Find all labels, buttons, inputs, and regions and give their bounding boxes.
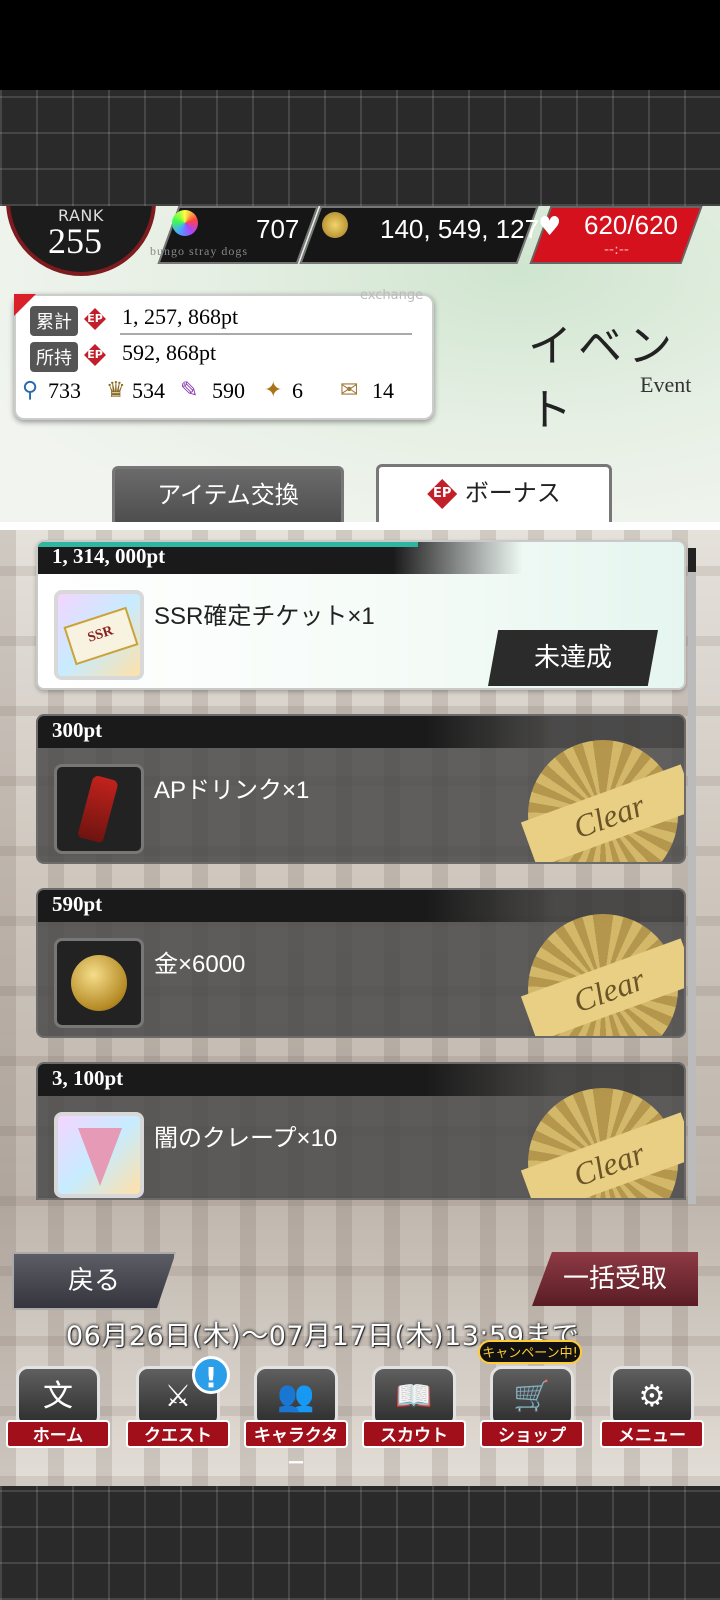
gold-coin-icon [54,938,144,1028]
scrollbar-thumb[interactable] [688,548,696,572]
total-label: 累計 [30,306,78,336]
trophy-count: 534 [132,378,165,403]
rank-value: 255 [48,221,102,261]
page-subtitle: Event [640,372,692,397]
quill-count: 590 [212,378,245,403]
reward-card: 590pt 金×6000 Clear [36,888,686,1038]
nav-home-label: ホーム [6,1420,110,1448]
nav-character[interactable]: 👥 キャラクター [244,1366,348,1474]
scout-icon: 📖 [372,1366,456,1428]
divider [120,333,412,335]
home-icon: 文 [16,1366,100,1428]
bottom-letterbox [0,1486,720,1600]
quest-notification-icon: ! [192,1356,230,1394]
reward-points: 590pt [52,892,103,916]
nav-menu[interactable]: ⚙ メニュー [600,1366,704,1452]
exchange-watermark: exchange [360,288,424,303]
wand-icon: ✦ [264,378,283,403]
nav-character-label: キャラクター [244,1420,348,1474]
campaign-badge: キャンペーン中! [478,1340,582,1364]
quill-icon: ✎ [180,378,199,403]
reward-card: 300pt APドリンク×1 Clear [36,714,686,864]
envelope-count: 14 [372,378,394,403]
hp-value: 620/620 [584,210,678,240]
ap-drink-icon [54,764,144,854]
nav-menu-label: メニュー [600,1420,704,1448]
reward-name: 金×6000 [154,951,246,978]
reward-name: SSR確定チケット×1 [154,603,375,630]
nav-scout-label: スカウト [362,1420,466,1448]
key-icon: ⚲ [22,378,39,403]
character-icon: 👥 [254,1366,338,1428]
receive-all-button[interactable]: 一括受取 [532,1252,698,1306]
reward-name: 闇のクレープ×10 [154,1125,338,1152]
nav-scout[interactable]: 📖 スカウト [362,1366,466,1452]
tab-bonus[interactable]: EP ボーナス [376,464,612,524]
gold-icon [322,212,348,238]
crystal-count: 707 [256,214,300,244]
nav-quest-label: クエスト [126,1420,230,1448]
status-badge: 未達成 [488,630,658,686]
top-letterbox [0,90,720,206]
shop-icon: 🛒 [490,1366,574,1428]
back-button[interactable]: 戻る [12,1252,176,1310]
owned-label: 所持 [30,342,78,372]
heart-icon: ♥ [538,212,562,242]
total-value: 1, 257, 868pt [122,304,239,329]
hp-timer: --:-- [604,242,629,258]
gear-icon: ⚙ [610,1366,694,1428]
crystal-icon [172,210,198,236]
nav-shop-label: ショップ [480,1420,584,1448]
wand-count: 6 [292,378,303,403]
list-scrollbar[interactable] [688,548,696,1204]
nav-shop[interactable]: 🛒 ショップ [480,1366,584,1452]
ssr-ticket-icon: SSR [54,590,144,680]
tab-bonus-label: ボーナス [464,479,561,507]
game-screen: RANK 255 707 140, 549, 127 ♥ 620/620 --:… [0,206,720,1486]
system-status-area [0,0,720,90]
ep-icon: EP [427,479,458,509]
reward-name: APドリンク×1 [154,777,310,804]
tab-item-exchange[interactable]: アイテム交換 [112,466,344,522]
reward-points: 300pt [52,718,103,742]
reward-card: 1, 314, 000pt SSR SSR確定チケット×1 未達成 [36,540,686,690]
reward-card: 3, 100pt 闇のクレープ×10 Clear [36,1062,686,1200]
reward-points: 3, 100pt [52,1066,124,1090]
gold-count: 140, 549, 127 [380,214,540,244]
trophy-icon: ♛ [106,378,126,403]
key-count: 733 [48,378,81,403]
reward-points: 1, 314, 000pt [52,544,166,568]
game-subtitle: bungo stray dogs [150,244,248,258]
nav-home[interactable]: 文 ホーム [6,1366,110,1452]
owned-value: 592, 868pt [122,340,217,365]
envelope-icon: ✉ [340,378,359,403]
content-top-border [0,522,720,530]
crepe-icon [54,1112,144,1198]
